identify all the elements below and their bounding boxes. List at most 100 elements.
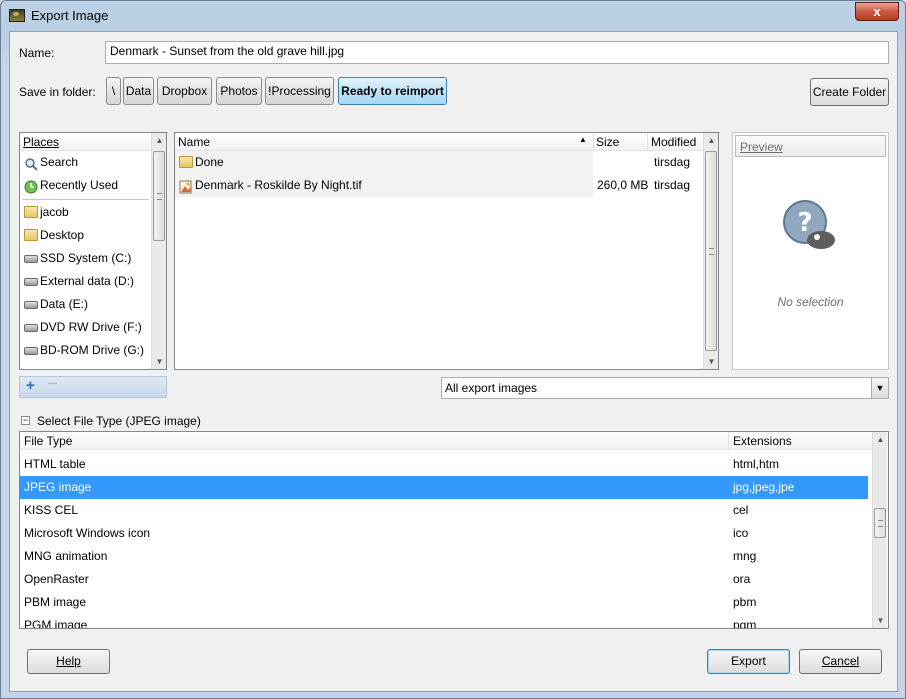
file-type-row[interactable]: OpenRaster ora — [20, 568, 868, 591]
file-type-name: PBM image — [24, 595, 87, 609]
file-row[interactable]: Denmark - Roskilde By Night.tif — [175, 174, 593, 197]
place-label: Recently Used — [40, 178, 119, 192]
file-modified: tirsdag — [654, 155, 691, 169]
column-divider — [647, 133, 648, 151]
file-type-name: JPEG image — [24, 480, 92, 494]
collapse-icon: − — [21, 415, 30, 425]
export-button-label: Export — [731, 654, 766, 668]
file-type-row[interactable]: HTML table html,htm — [20, 453, 868, 476]
scroll-thumb[interactable] — [705, 151, 717, 351]
filename-input[interactable]: Denmark - Sunset from the old grave hill… — [105, 41, 889, 64]
path-button-photos[interactable]: Photos — [216, 77, 262, 105]
file-size: 260,0 MB — [597, 178, 649, 192]
file-type-row[interactable]: PGM image pgm — [20, 614, 868, 628]
scroll-down-icon[interactable]: ▼ — [152, 354, 167, 369]
dialog-body: Name: Denmark - Sunset from the old grav… — [9, 31, 898, 692]
scroll-up-icon[interactable]: ▲ — [152, 133, 167, 148]
recent-icon — [24, 179, 38, 194]
file-name: Done — [195, 155, 224, 169]
places-scrollbar[interactable]: ▲ ▼ — [151, 133, 166, 369]
file-filter-value: All export images — [445, 381, 538, 395]
file-type-expander-label: Select File Type (JPEG image) — [37, 414, 201, 428]
file-modified: tirsdag — [654, 178, 691, 192]
path-button-ready-to-reimport[interactable]: Ready to reimport — [338, 77, 447, 105]
column-file-type[interactable]: File Type — [24, 434, 72, 448]
scroll-up-icon[interactable]: ▲ — [873, 432, 888, 447]
drive-icon — [24, 255, 38, 263]
preview-label: Preview — [740, 140, 783, 154]
preview-header[interactable]: Preview — [735, 135, 886, 157]
place-item[interactable]: External data (D:) — [20, 270, 151, 293]
place-item[interactable]: SSD System (C:) — [20, 247, 151, 270]
file-type-name: HTML table — [24, 457, 86, 471]
scroll-down-icon[interactable]: ▼ — [873, 613, 888, 628]
create-folder-button[interactable]: Create Folder — [810, 78, 889, 106]
place-item[interactable]: jacob — [20, 201, 151, 224]
column-divider — [728, 432, 729, 450]
scroll-down-icon[interactable]: ▼ — [704, 354, 719, 369]
add-place-icon[interactable]: + — [26, 377, 35, 394]
file-type-name: PGM image — [24, 618, 88, 628]
places-divider — [22, 199, 149, 200]
file-type-scrollbar[interactable]: ▲ ▼ — [872, 432, 887, 628]
place-label: Desktop — [40, 228, 85, 242]
cancel-button[interactable]: Cancel — [799, 649, 882, 674]
file-type-list: File Type Extensions HTML table html,htm… — [19, 431, 889, 629]
path-button-root[interactable]: \ — [106, 77, 121, 105]
path-button-data[interactable]: Data — [123, 77, 154, 105]
file-type-name: Microsoft Windows icon — [24, 526, 151, 540]
optical-drive-icon — [24, 347, 38, 355]
scroll-thumb[interactable] — [153, 151, 165, 241]
place-label: jacob — [40, 205, 69, 219]
column-modified[interactable]: Modified — [651, 135, 696, 149]
place-item[interactable]: Search — [20, 151, 151, 174]
column-extensions[interactable]: Extensions — [733, 434, 792, 448]
place-item[interactable]: Recently Used — [20, 174, 151, 197]
place-item[interactable]: BD-ROM Drive (G:) — [20, 339, 151, 362]
question-mark-icon: ? — [779, 197, 839, 253]
places-header[interactable]: Places — [20, 133, 151, 151]
file-type-header: File Type Extensions — [20, 432, 872, 450]
folder-icon — [179, 156, 193, 168]
places-toolbar: + — — [19, 376, 167, 398]
search-icon — [24, 156, 38, 171]
file-type-name: KISS CEL — [24, 503, 79, 517]
column-size[interactable]: Size — [596, 135, 619, 149]
path-button-processing[interactable]: !Processing — [265, 77, 334, 105]
file-list-scrollbar[interactable]: ▲ ▼ — [703, 133, 718, 369]
file-type-ext: html,htm — [733, 457, 780, 471]
column-name[interactable]: Name — [178, 135, 210, 149]
file-type-row[interactable]: MNG animation mng — [20, 545, 868, 568]
export-button[interactable]: Export — [707, 649, 790, 674]
file-size — [597, 151, 647, 174]
file-type-row-clip: PGM image pgm — [20, 614, 872, 628]
file-type-ext: pgm — [733, 618, 757, 628]
place-label: SSD System (C:) — [40, 251, 132, 265]
help-button[interactable]: Help — [27, 649, 110, 674]
file-type-row[interactable]: Microsoft Windows icon ico — [20, 522, 868, 545]
scroll-thumb[interactable] — [874, 508, 886, 538]
remove-place-icon[interactable]: — — [48, 378, 57, 388]
place-item[interactable]: Desktop — [20, 224, 151, 247]
chevron-down-icon[interactable]: ▼ — [871, 378, 888, 398]
file-type-row[interactable]: KISS CEL cel — [20, 499, 868, 522]
places-panel: Places Search Recently Used jacob Deskto… — [19, 132, 167, 370]
file-type-ext: ico — [733, 526, 749, 540]
file-row[interactable]: Done — [175, 151, 593, 174]
file-list-header: Name ▲ Size Modified — [175, 133, 703, 151]
file-type-name: MNG animation — [24, 549, 108, 563]
title-bar[interactable]: Export Image x — [1, 1, 905, 31]
places-header-label: Places — [23, 135, 60, 149]
file-type-name: OpenRaster — [24, 572, 89, 586]
place-item[interactable]: DVD RW Drive (F:) — [20, 316, 151, 339]
file-filter-select[interactable]: All export images ▼ — [441, 377, 889, 399]
place-item[interactable]: Data (E:) — [20, 293, 151, 316]
scroll-up-icon[interactable]: ▲ — [704, 133, 719, 148]
path-button-dropbox[interactable]: Dropbox — [157, 77, 212, 105]
window-title: Export Image — [31, 8, 109, 23]
file-type-row[interactable]: PBM image pbm — [20, 591, 868, 614]
file-type-row-selected[interactable]: JPEG image jpg,jpeg,jpe — [20, 476, 868, 499]
file-type-expander[interactable]: − Select File Type (JPEG image) — [21, 413, 321, 431]
preview-status: No selection — [777, 295, 844, 309]
close-button[interactable]: x — [855, 2, 899, 21]
